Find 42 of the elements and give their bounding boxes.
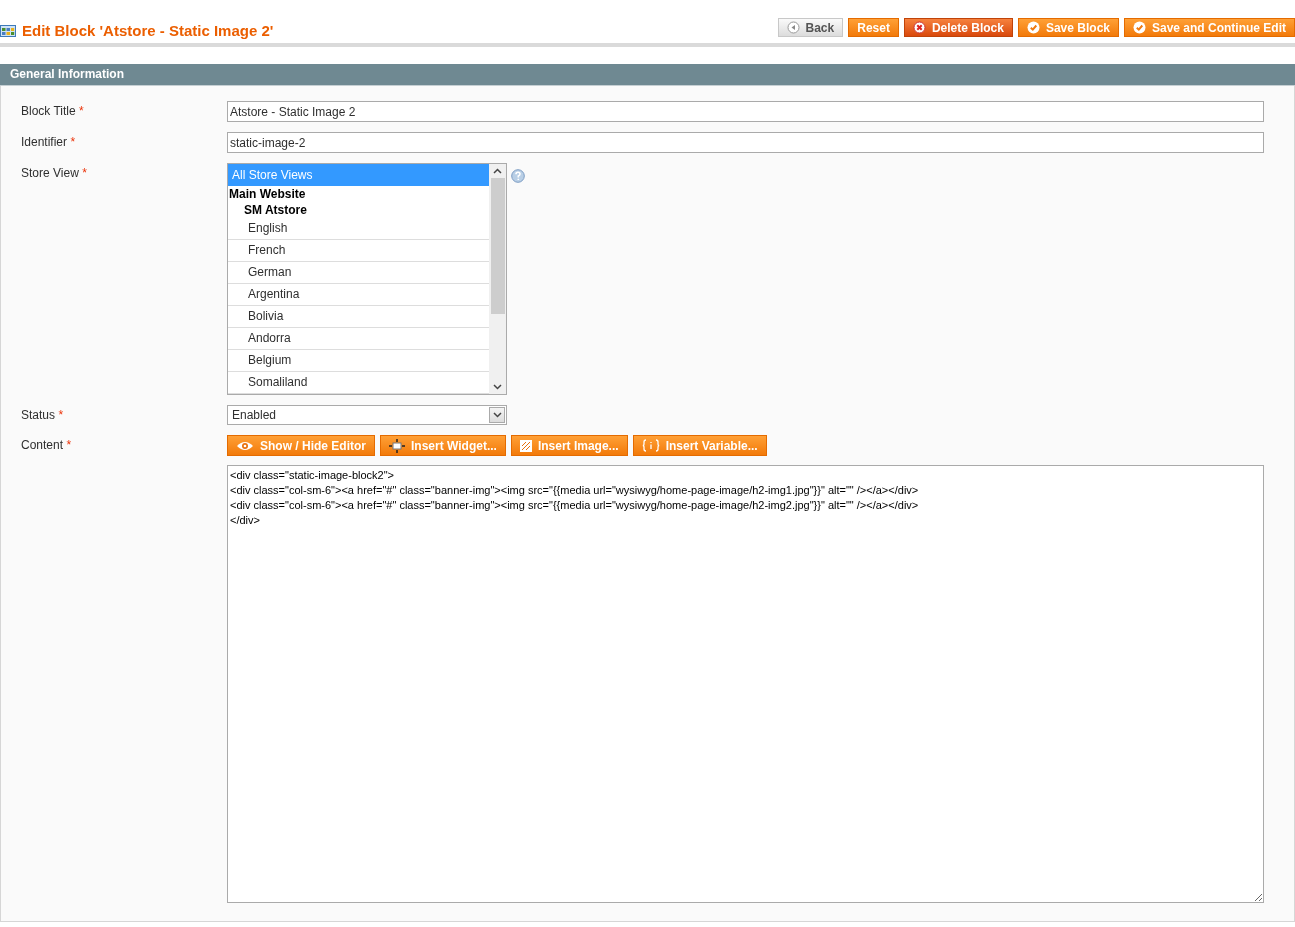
required-mark: * — [70, 135, 76, 149]
required-mark: * — [66, 438, 72, 452]
store-view-option[interactable]: German — [228, 262, 489, 284]
widget-icon — [389, 438, 405, 453]
field-label: Store View — [21, 166, 79, 180]
scroll-down-icon — [493, 384, 502, 390]
field-label: Content — [21, 438, 64, 452]
eye-icon — [236, 439, 254, 452]
block-title-field[interactable]: Atstore - Static Image 2 — [227, 101, 1264, 122]
field-label: Identifier — [21, 135, 68, 149]
scroll-up-icon — [493, 168, 502, 174]
status-value: Enabled — [232, 408, 277, 422]
store-view-option[interactable]: SM Atstore — [228, 202, 489, 218]
grid-icon — [0, 24, 16, 37]
store-view-option[interactable]: Main Website — [228, 186, 489, 202]
store-view-option[interactable]: French — [228, 240, 489, 262]
page-title: Edit Block 'Atstore - Static Image 2' — [22, 22, 274, 39]
check-icon — [1133, 21, 1146, 34]
scrollbar[interactable] — [489, 164, 506, 394]
required-mark: * — [58, 408, 64, 422]
dropdown-caret-icon — [492, 412, 502, 418]
store-view-option[interactable]: Andorra — [228, 328, 489, 350]
required-mark: * — [79, 104, 84, 118]
braces-icon — [641, 439, 660, 452]
store-view-option[interactable]: Argentina — [228, 284, 489, 306]
check-icon — [1026, 21, 1040, 34]
store-view-option[interactable]: Bolivia — [228, 306, 489, 328]
field-label: Status — [21, 408, 56, 422]
image-icon — [519, 439, 532, 452]
store-view-option[interactable]: Somaliland — [228, 372, 489, 394]
store-view-option[interactable]: Belgium — [228, 350, 489, 372]
back-button[interactable]: Back — [777, 18, 844, 37]
store-view-option[interactable]: English — [228, 218, 489, 240]
help-icon[interactable] — [511, 169, 525, 183]
required-mark: * — [82, 166, 87, 180]
store-view-list[interactable]: All Store Views Main Website SM Atstore English French German Argentina Bolivia Andorra Belgium Somaliland — [227, 163, 507, 395]
close-icon — [912, 21, 926, 34]
field-label: Block Title — [21, 104, 76, 118]
content-editor[interactable]: <div class="static-image-block2"> <div class="col-sm-6"><a href="#" class="banner-img"><img src="{{media url="wysiwyg/home-page-image/h2-img1.jpg"}}" alt="" /></a></div> <div class="col-sm-6"><a href="#" class="banner-img"><img src="{{media url="wysiwyg/home-page-image/h2-img2.jpg"}}" alt="" /></a></div> </div> — [227, 465, 1264, 903]
identifier-field[interactable]: static-image-2 — [227, 132, 1264, 153]
status-select[interactable]: Enabled — [227, 405, 507, 425]
section-header: General Information — [0, 64, 1295, 86]
